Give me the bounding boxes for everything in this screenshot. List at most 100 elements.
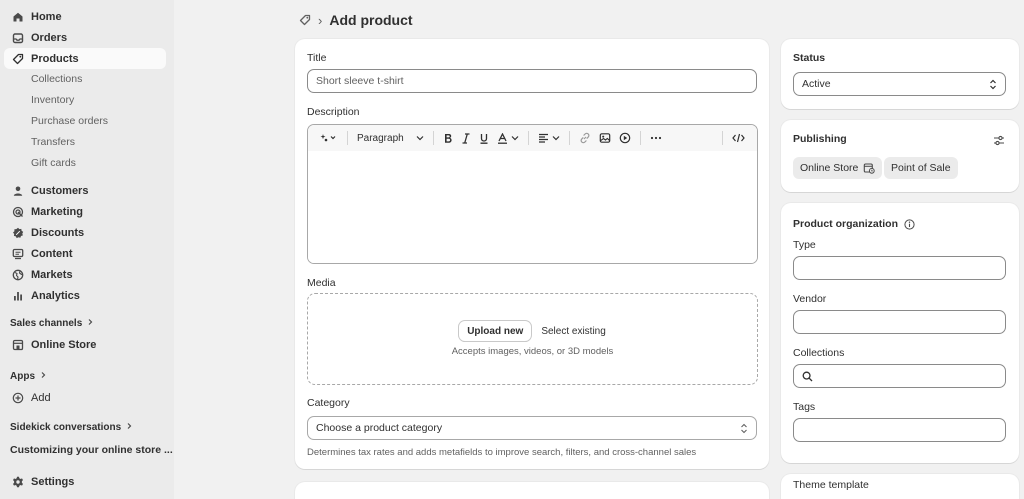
toolbar-divider (722, 131, 723, 145)
globe-icon (4, 269, 31, 281)
nav-analytics-label: Analytics (31, 289, 80, 302)
tags-input[interactable] (793, 418, 1006, 442)
storefront-icon (4, 339, 31, 351)
toolbar-divider (347, 131, 348, 145)
insert-video-button[interactable] (615, 128, 635, 148)
tags-label: Tags (793, 401, 816, 413)
channel-online-store-label: Online Store (800, 162, 859, 174)
media-dropzone[interactable]: Upload new Select existing Accepts image… (307, 293, 758, 385)
underline-icon (480, 133, 488, 144)
description-textarea[interactable] (308, 151, 757, 263)
select-arrows-icon (740, 423, 748, 434)
sidekick-heading[interactable]: Sidekick conversations (10, 422, 133, 433)
nav-purchase-orders[interactable]: Purchase orders (31, 113, 108, 129)
chevron-down-icon (416, 136, 424, 141)
collections-label: Collections (793, 347, 845, 359)
nav-settings-label: Settings (31, 475, 75, 488)
nav-content[interactable]: Content (4, 243, 166, 264)
nav-inventory[interactable]: Inventory (31, 92, 74, 108)
ellipsis-icon (650, 136, 661, 140)
sales-channels-label: Sales channels (10, 318, 83, 329)
category-placeholder: Choose a product category (316, 422, 443, 434)
insert-image-button[interactable] (595, 128, 615, 148)
nav-content-label: Content (31, 247, 73, 260)
category-select[interactable]: Choose a product category (307, 416, 757, 440)
category-label: Category (307, 397, 350, 409)
channel-chip-online-store[interactable]: Online Store (793, 157, 883, 179)
chevron-down-icon (552, 136, 560, 141)
discount-icon (4, 227, 31, 239)
theme-template-label: Theme template (793, 479, 869, 491)
status-value: Active (802, 78, 831, 90)
sales-channels-heading[interactable]: Sales channels (10, 318, 94, 329)
paragraph-style-label: Paragraph (357, 132, 404, 144)
more-options-button[interactable] (646, 128, 666, 148)
sidekick-label: Sidekick conversations (10, 422, 122, 433)
nav-markets-label: Markets (31, 268, 73, 281)
nav-discounts[interactable]: Discounts (4, 222, 166, 243)
play-circle-icon (619, 132, 631, 144)
select-arrows-icon (989, 79, 997, 90)
underline-button[interactable] (475, 128, 493, 148)
info-icon[interactable] (904, 218, 915, 230)
nav-orders[interactable]: Orders (4, 27, 166, 48)
tag-icon[interactable] (299, 14, 311, 26)
theme-template-card: Theme template (781, 474, 1019, 499)
toolbar-divider (639, 131, 641, 145)
pricing-card (295, 482, 769, 499)
vendor-label: Vendor (793, 293, 827, 305)
nav-home-label: Home (31, 10, 62, 23)
insert-link-button[interactable] (575, 128, 595, 148)
sidekick-conversation-item[interactable]: Customizing your online store ... (10, 444, 173, 456)
chevron-down-icon (511, 136, 519, 141)
publishing-card: Publishing Online Store Point of Sale (781, 120, 1019, 192)
nav-gift-cards[interactable]: Gift cards (31, 155, 76, 171)
nav-customers[interactable]: Customers (4, 180, 166, 201)
channel-chip-point-of-sale[interactable]: Point of Sale (884, 157, 958, 179)
product-details-card: Title Short sleeve t-shirt Description P… (295, 39, 769, 469)
text-color-icon (497, 132, 507, 144)
calendar-clock-icon (863, 162, 876, 174)
show-html-button[interactable] (728, 128, 749, 148)
chevron-right-icon (39, 371, 47, 382)
paragraph-style-select[interactable]: Paragraph (353, 128, 428, 148)
page-title: Add product (329, 12, 413, 28)
image-icon (599, 133, 611, 143)
nav-markets[interactable]: Markets (4, 264, 166, 285)
bold-icon (444, 133, 452, 143)
apps-heading[interactable]: Apps (10, 371, 47, 382)
nav-products[interactable]: Products (4, 48, 166, 69)
product-organization-card: Product organization Type Vendor Collect… (781, 203, 1019, 463)
nav-collections[interactable]: Collections (31, 71, 82, 87)
nav-home[interactable]: Home (4, 6, 166, 27)
collections-search-input[interactable] (793, 364, 1006, 388)
publishing-settings-icon[interactable] (991, 132, 1007, 148)
bold-button[interactable] (439, 128, 457, 148)
ai-magic-button[interactable] (316, 128, 342, 148)
nav-marketing[interactable]: Marketing (4, 201, 166, 222)
nav-online-store[interactable]: Online Store (4, 334, 166, 355)
nav-customers-label: Customers (31, 184, 89, 197)
italic-button[interactable] (457, 128, 475, 148)
gear-icon (4, 476, 31, 488)
nav-products-label: Products (31, 52, 79, 65)
nav-online-store-label: Online Store (31, 338, 97, 351)
nav-analytics[interactable]: Analytics (4, 285, 166, 306)
status-select[interactable]: Active (793, 72, 1006, 96)
nav-transfers[interactable]: Transfers (31, 134, 75, 150)
text-color-button[interactable] (493, 128, 523, 148)
person-icon (4, 185, 31, 197)
select-existing-button[interactable]: Select existing (541, 326, 605, 337)
nav-settings[interactable]: Settings (4, 471, 166, 492)
tag-icon (4, 53, 31, 65)
alignment-button[interactable] (534, 128, 564, 148)
title-label: Title (307, 52, 327, 64)
nav-add-app[interactable]: Add (4, 387, 166, 408)
title-input[interactable]: Short sleeve t-shirt (307, 69, 757, 93)
toolbar-divider (432, 131, 434, 145)
type-input[interactable] (793, 256, 1006, 280)
toolbar-divider (568, 131, 570, 145)
bar-chart-icon (4, 290, 31, 302)
vendor-input[interactable] (793, 310, 1006, 334)
upload-new-button[interactable]: Upload new (459, 321, 532, 341)
